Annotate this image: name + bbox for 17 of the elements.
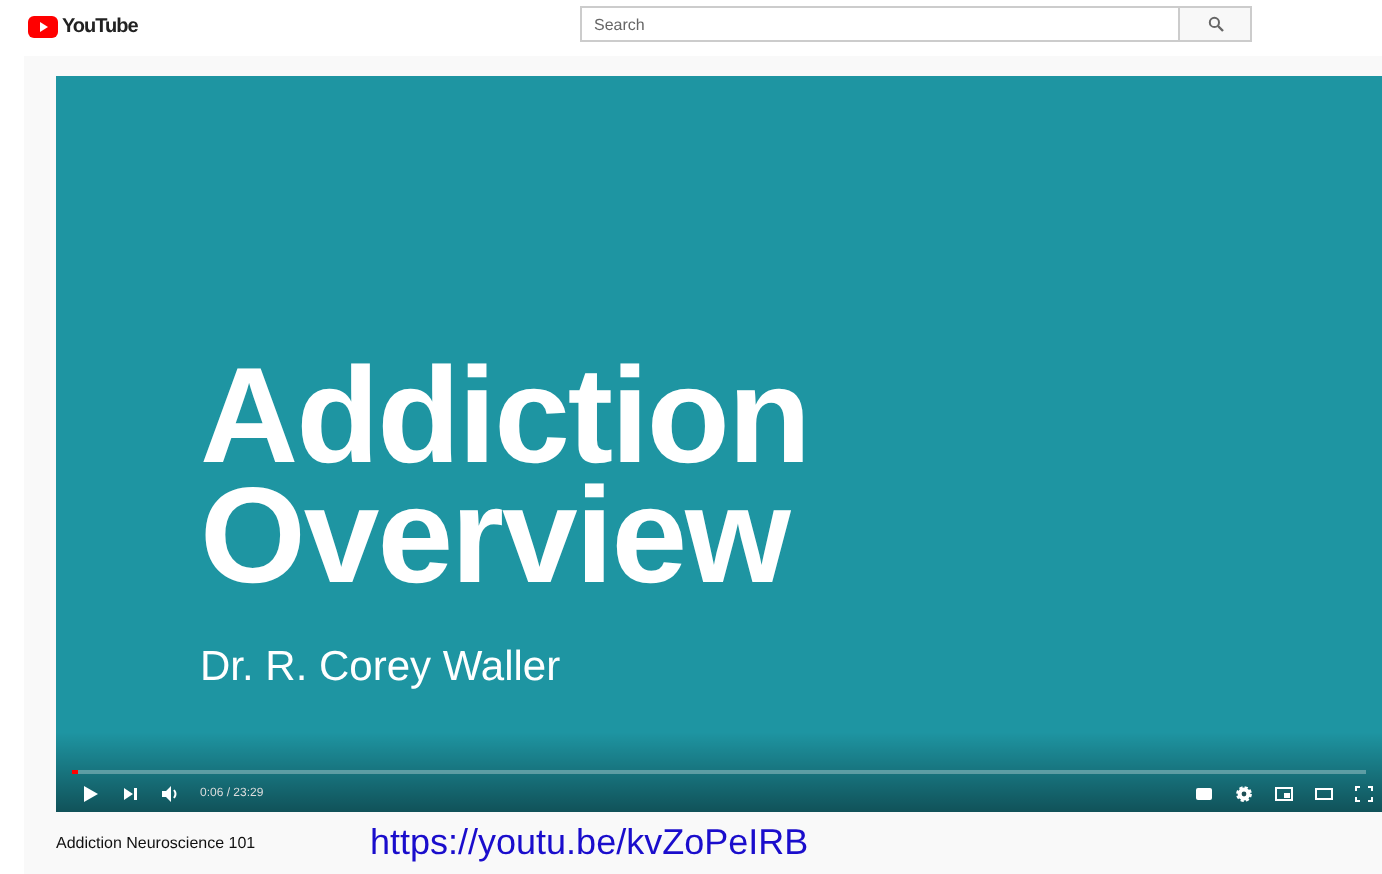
settings-icon[interactable]: [1234, 784, 1254, 804]
slide-title: Addiction: [200, 356, 810, 476]
logo[interactable]: YouTube: [62, 16, 138, 38]
search-button[interactable]: [1180, 6, 1252, 42]
next-icon[interactable]: [120, 784, 140, 804]
fullscreen-icon[interactable]: [1354, 784, 1374, 804]
theater-icon[interactable]: [1314, 784, 1334, 804]
miniplayer-icon[interactable]: [1274, 784, 1294, 804]
slide-title: Overview: [200, 476, 791, 596]
video-title: Addiction Neuroscience 101: [56, 833, 258, 851]
logo-icon: [28, 16, 58, 38]
link[interactable]: https://youtu.be/kvZoPeIRB: [370, 820, 809, 864]
slide-subtitle: Dr. R. Corey Waller: [200, 644, 563, 692]
volume-icon[interactable]: [160, 784, 180, 804]
play-icon[interactable]: [80, 784, 100, 804]
search-icon: [1207, 16, 1223, 32]
search-field[interactable]: Search: [580, 6, 1180, 42]
